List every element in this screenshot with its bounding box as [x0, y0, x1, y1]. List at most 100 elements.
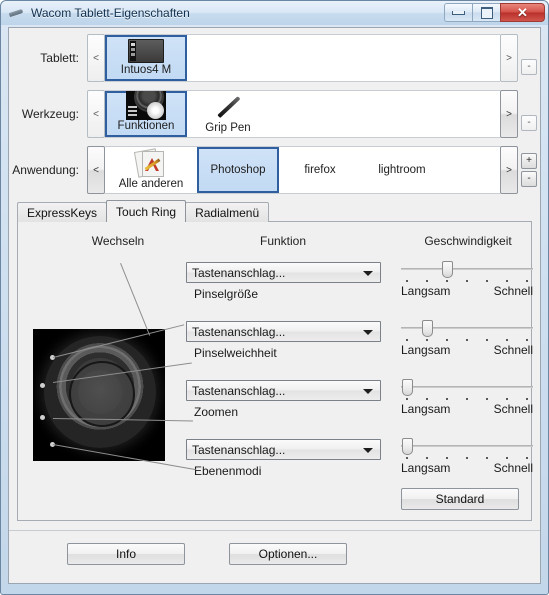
speed-tick: [446, 398, 448, 400]
application-row-label: Anwendung:: [12, 163, 79, 177]
speed-slider-thumb[interactable]: [422, 320, 433, 337]
speed-tick: [486, 457, 488, 459]
speed-tick: [526, 398, 528, 400]
minimize-button[interactable]: [444, 3, 472, 22]
touch-ring-panel: Wechseln Funktion Geschwindigkeit Tasten…: [17, 221, 533, 521]
application-item-alle-anderen[interactable]: Alle anderen: [105, 147, 197, 193]
tool-selector-row: Werkzeug: < Funktionen Grip Pen > -: [9, 86, 540, 142]
function-caption-4: Ebenenmodi: [194, 464, 262, 478]
tablet-row-label: Tablett:: [40, 51, 79, 65]
speed-min-label: Langsam: [401, 343, 451, 357]
application-next-button[interactable]: >: [500, 146, 518, 194]
tool-next-button[interactable]: >: [500, 90, 518, 138]
speed-slider-3[interactable]: [401, 378, 533, 396]
title-bar: Wacom Tablett-Eigenschaften ✕: [1, 1, 548, 25]
function-dropdown-1[interactable]: Tastenanschlag...: [186, 262, 381, 283]
wacom-properties-window: Wacom Tablett-Eigenschaften ✕ Tablett: <…: [0, 0, 549, 595]
chevron-down-icon: [363, 448, 373, 453]
application-item-strip: Alle anderen Photoshop firefox lightroom: [105, 146, 500, 194]
tablet-remove-button[interactable]: -: [521, 59, 537, 75]
info-button[interactable]: Info: [67, 543, 185, 565]
speed-max-label: Schnell: [493, 461, 533, 475]
speed-slider-1[interactable]: [401, 260, 533, 278]
speed-slider-2[interactable]: [401, 319, 533, 337]
function-dropdown-3[interactable]: Tastenanschlag...: [186, 380, 381, 401]
tool-item-strip: Funktionen Grip Pen: [105, 90, 500, 138]
speed-tick: [486, 339, 488, 341]
tool-item-label: Funktionen: [117, 120, 175, 132]
touch-ring-illustration: [33, 329, 165, 461]
speed-slider-ticks: [401, 278, 533, 285]
speed-slider-row-1: Langsam Schnell: [401, 260, 533, 298]
footer-bar: Info Optionen...: [9, 530, 540, 577]
speed-tick: [526, 280, 528, 282]
application-item-photoshop[interactable]: Photoshop: [197, 147, 279, 193]
tool-item-grip-pen[interactable]: Grip Pen: [187, 91, 269, 137]
tool-item-funktionen[interactable]: Funktionen: [105, 91, 187, 137]
speed-tick: [506, 339, 508, 341]
pen-icon: [7, 5, 25, 21]
speed-slider-row-4: Langsam Schnell: [401, 437, 533, 475]
speed-min-label: Langsam: [401, 461, 451, 475]
tab-touch-ring[interactable]: Touch Ring: [106, 200, 187, 222]
speed-max-label: Schnell: [493, 343, 533, 357]
application-item-firefox[interactable]: firefox: [279, 147, 361, 193]
tool-row-label: Werkzeug:: [21, 107, 79, 121]
tool-item-label: Grip Pen: [205, 122, 251, 134]
function-dropdown-2[interactable]: Tastenanschlag...: [186, 321, 381, 342]
speed-tick: [426, 280, 428, 282]
speed-tick: [446, 457, 448, 459]
tablet-item-intuos4m[interactable]: Intuos4 M: [105, 35, 187, 81]
speed-tick: [486, 398, 488, 400]
application-remove-button[interactable]: -: [521, 171, 537, 187]
function-dropdown-value: Tastenanschlag...: [192, 383, 286, 398]
speed-slider-thumb[interactable]: [402, 438, 413, 455]
function-dropdown-value: Tastenanschlag...: [192, 324, 286, 339]
application-add-button[interactable]: +: [521, 153, 537, 169]
function-dropdown-4[interactable]: Tastenanschlag...: [186, 439, 381, 460]
speed-tick: [406, 280, 408, 282]
application-addremove-group: + -: [521, 152, 537, 188]
function-caption-1: Pinselgröße: [194, 287, 259, 301]
application-prev-button[interactable]: <: [87, 146, 105, 194]
speed-max-label: Schnell: [493, 402, 533, 416]
application-item-lightroom[interactable]: lightroom: [361, 147, 443, 193]
tablet-selector-row: Tablett: < Intuos4 M > -: [9, 30, 540, 86]
tablet-item-strip: Intuos4 M: [105, 34, 500, 82]
close-button[interactable]: ✕: [500, 3, 545, 22]
application-item-label: firefox: [304, 164, 336, 176]
functions-icon: [107, 91, 185, 120]
function-row-4: Tastenanschlag... Ebenenmodi: [186, 439, 381, 478]
all-others-icon: [105, 147, 197, 178]
tablet-next-button[interactable]: >: [500, 34, 518, 82]
function-dropdown-value: Tastenanschlag...: [192, 442, 286, 457]
speed-slider-thumb[interactable]: [442, 261, 453, 278]
speed-slider-thumb[interactable]: [402, 379, 413, 396]
column-header-function: Funktion: [259, 234, 307, 248]
tab-radialmenue[interactable]: Radialmenü: [185, 202, 270, 222]
tool-addremove-group: -: [521, 96, 537, 132]
speed-tick: [486, 280, 488, 282]
speed-slider-4[interactable]: [401, 437, 533, 455]
speed-tick: [466, 339, 468, 341]
standard-button[interactable]: Standard: [401, 488, 519, 510]
maximize-icon: [480, 6, 493, 19]
maximize-button[interactable]: [472, 3, 500, 22]
tool-prev-button[interactable]: <: [87, 90, 105, 138]
tool-remove-button[interactable]: -: [521, 115, 537, 131]
application-item-label: lightroom: [378, 164, 426, 176]
chevron-down-icon: [363, 330, 373, 335]
tablet-item-label: Intuos4 M: [120, 64, 172, 76]
tablet-prev-button[interactable]: <: [87, 34, 105, 82]
tab-expresskeys[interactable]: ExpressKeys: [17, 202, 108, 222]
speed-slider-ticks: [401, 337, 533, 344]
speed-slider-ticks: [401, 455, 533, 462]
speed-slider-ticks: [401, 396, 533, 403]
function-caption-2: Pinselweichheit: [194, 346, 277, 360]
leader-line-center: [120, 263, 151, 336]
options-button[interactable]: Optionen...: [229, 543, 347, 565]
speed-tick: [506, 457, 508, 459]
function-caption-3: Zoomen: [194, 405, 239, 419]
speed-tick: [466, 398, 468, 400]
speed-tick: [446, 280, 448, 282]
